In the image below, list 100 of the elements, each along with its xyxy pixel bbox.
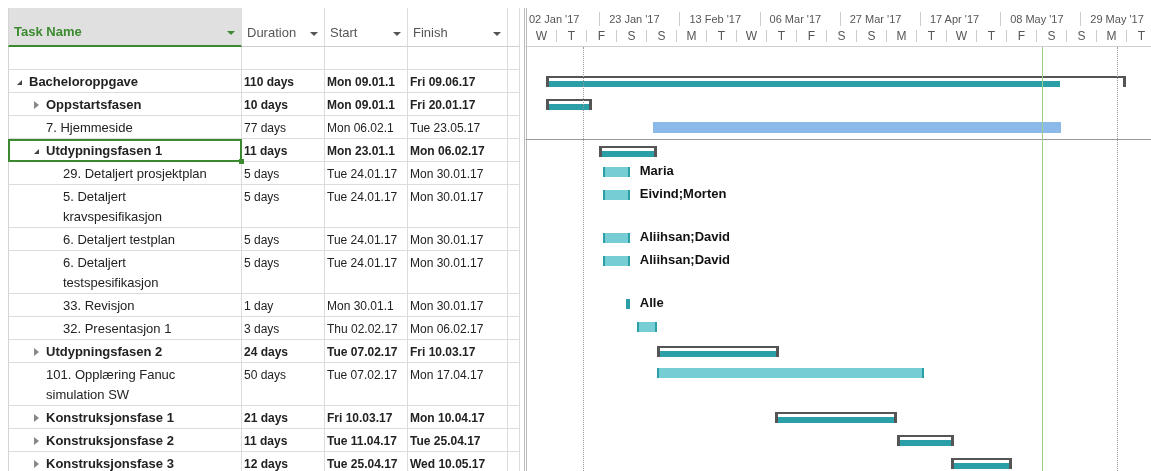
resource-label: Aliihsan;David	[639, 229, 731, 244]
summary-bar[interactable]	[950, 458, 1012, 469]
summary-bar[interactable]	[545, 99, 592, 110]
table-cell	[508, 363, 520, 406]
table-cell	[508, 70, 520, 93]
task-name: 6. Detaljert testplan	[63, 231, 176, 249]
task-name: Oppstartsfasen	[46, 96, 143, 114]
task-name-cell[interactable]: Utdypningsfasen 1	[8, 139, 242, 162]
start-cell: Tue 24.01.17	[325, 251, 408, 294]
table-cell	[508, 116, 520, 139]
weekday-label: F	[797, 30, 827, 42]
task-name: 101. Opplæring Fanuc simulation SW	[46, 366, 177, 404]
start-cell: Tue 24.01.17	[325, 228, 408, 251]
finish-cell: Tue 23.05.17	[408, 116, 508, 139]
task-name-cell[interactable]: 7. Hjemmeside	[8, 116, 242, 139]
task-name-cell[interactable]: 6. Detaljert testspesifikasjon	[8, 251, 242, 294]
task-name-cell[interactable]: 33. Revisjon	[8, 294, 242, 317]
dropdown-arrow-icon[interactable]	[227, 31, 235, 35]
weekday-label: T	[977, 30, 1007, 42]
task-name: 5. Detaljert kravspesifikasjon	[63, 188, 163, 226]
table-cell	[508, 185, 520, 228]
column-header[interactable]: Duration	[242, 8, 325, 47]
summary-bar[interactable]	[897, 435, 955, 446]
expand-triangle-icon[interactable]	[34, 414, 39, 422]
task-name-cell[interactable]: 29. Detaljert prosjektplan	[8, 162, 242, 185]
task-name-cell[interactable]: Konstruksjonsfase 1	[8, 406, 242, 429]
expand-triangle-icon[interactable]	[34, 437, 39, 445]
weekday-label: M	[887, 30, 917, 42]
start-cell: Mon 23.01.1	[325, 139, 408, 162]
weekday-label: S	[1037, 30, 1067, 42]
start-cell: Tue 07.02.17	[325, 363, 408, 406]
weekday-label: W	[947, 30, 977, 42]
duration-cell: 50 days	[242, 363, 325, 406]
duration-cell: 77 days	[242, 116, 325, 139]
task-name: Konstruksjonsfase 1	[46, 409, 175, 427]
finish-cell: Mon 30.01.17	[408, 294, 508, 317]
weekday-label: T	[1127, 30, 1151, 42]
task-name-cell[interactable]: Konstruksjonsfase 3	[8, 452, 242, 471]
task-name-cell[interactable]: Bacheloroppgave	[8, 70, 242, 93]
start-cell: Fri 10.03.17	[325, 406, 408, 429]
column-header[interactable]: Finish	[408, 8, 508, 47]
summary-bar[interactable]	[545, 76, 1127, 87]
weekday-label: S	[1067, 30, 1097, 42]
table-cell	[508, 162, 520, 185]
start-cell: Tue 11.04.17	[325, 429, 408, 452]
resource-label: Alle	[639, 295, 664, 310]
resource-label: Aliihsan;David	[639, 252, 731, 267]
finish-cell: Fri 10.03.17	[408, 340, 508, 363]
finish-cell: Mon 30.01.17	[408, 251, 508, 294]
table-cell	[508, 294, 520, 317]
weekday-label: T	[557, 30, 587, 42]
expand-triangle-icon[interactable]	[34, 348, 39, 356]
start-cell: Mon 30.01.1	[325, 294, 408, 317]
task-name-cell[interactable]: Konstruksjonsfase 2	[8, 429, 242, 452]
collapse-triangle-icon[interactable]	[17, 79, 22, 85]
task-name-cell[interactable]: 101. Opplæring Fanuc simulation SW	[8, 363, 242, 406]
finish-cell: Mon 06.02.17	[408, 317, 508, 340]
task-name-cell[interactable]: Utdypningsfasen 2	[8, 340, 242, 363]
start-cell: Mon 06.02.1	[325, 116, 408, 139]
finish-cell: Mon 30.01.17	[408, 185, 508, 228]
task-name-cell[interactable]: 6. Detaljert testplan	[8, 228, 242, 251]
weekday-label: F	[1007, 30, 1037, 42]
task-name: Konstruksjonsfase 3	[46, 455, 175, 471]
finish-cell: Mon 30.01.17	[408, 228, 508, 251]
start-cell: Mon 09.01.1	[325, 93, 408, 116]
summary-bar[interactable]	[774, 412, 898, 423]
expand-triangle-icon[interactable]	[34, 101, 39, 109]
finish-cell: Fri 20.01.17	[408, 93, 508, 116]
dropdown-arrow-icon[interactable]	[310, 32, 318, 36]
weekday-label: S	[617, 30, 647, 42]
expand-triangle-icon[interactable]	[34, 460, 39, 468]
resource-label: Maria	[639, 163, 674, 178]
timescale-label: 08 May '17	[1000, 12, 1081, 26]
task-name: Utdypningsfasen 1	[46, 142, 164, 160]
dropdown-arrow-icon[interactable]	[393, 32, 401, 36]
duration-cell: 5 days	[242, 228, 325, 251]
summary-bar[interactable]	[599, 146, 657, 157]
table-cell	[508, 317, 520, 340]
table-cell	[508, 93, 520, 116]
task-name-cell[interactable]: 5. Detaljert kravspesifikasjon	[8, 185, 242, 228]
weekday-label: T	[707, 30, 737, 42]
weekday-label: T	[917, 30, 947, 42]
task-name: 6. Detaljert testspesifikasjon	[63, 254, 160, 292]
dropdown-arrow-icon[interactable]	[493, 32, 501, 36]
timescale-label: 02 Jan '17	[527, 12, 600, 26]
task-bar[interactable]	[625, 299, 630, 309]
collapse-triangle-icon[interactable]	[34, 148, 39, 154]
timescale-label: 13 Feb '17	[679, 12, 760, 26]
task-name-cell[interactable]: Oppstartsfasen	[8, 93, 242, 116]
summary-bar[interactable]	[656, 346, 779, 357]
weekday-label: F	[587, 30, 617, 42]
duration-cell: 5 days	[242, 251, 325, 294]
duration-cell: 11 days	[242, 139, 325, 162]
table-cell	[508, 47, 520, 70]
task-name: 32. Presentasjon 1	[63, 320, 173, 338]
weekday-label: S	[857, 30, 887, 42]
weekday-label: W	[737, 30, 767, 42]
finish-cell: Mon 10.04.17	[408, 406, 508, 429]
task-name-cell[interactable]: 32. Presentasjon 1	[8, 317, 242, 340]
column-header[interactable]: Start	[325, 8, 408, 47]
